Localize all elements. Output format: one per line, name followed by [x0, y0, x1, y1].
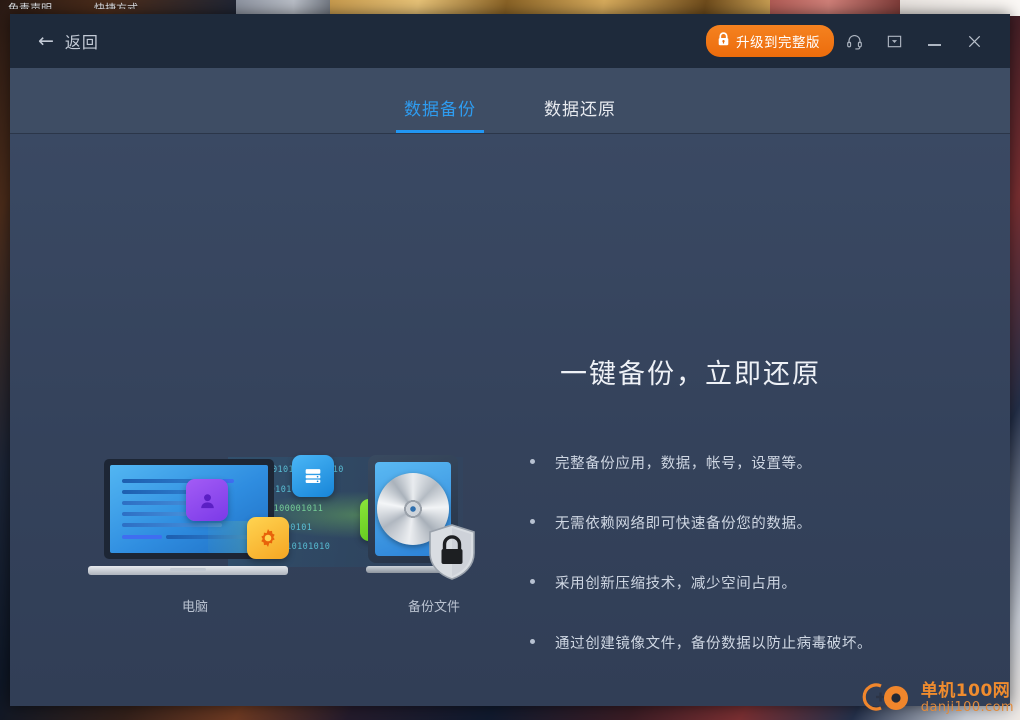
back-button-label: 返回 [64, 33, 99, 52]
headset-icon[interactable] [834, 21, 874, 61]
close-icon[interactable] [954, 21, 994, 61]
tab-data-restore[interactable]: 数据还原 [536, 95, 624, 133]
page-headline: 一键备份，立即还原 [560, 359, 821, 390]
bullet-dot-icon [530, 459, 535, 464]
illustration-source-label: 电脑 [181, 600, 208, 615]
illustration-target-label: 备份文件 [407, 600, 460, 615]
bullet-dot-icon [530, 519, 535, 524]
upgrade-button-label: 升级到完整版 [736, 35, 820, 51]
feature-list-item-label: 采用创新压缩技术，减少空间占用。 [555, 576, 797, 592]
feature-list: 完整备份应用，数据，帐号，设置等。 无需依赖网络即可快速备份您的数据。 采用创新… [530, 452, 950, 692]
tab-data-restore-label: 数据还原 [544, 100, 616, 120]
lock-shield-icon [426, 523, 478, 581]
main-content: 0101010010010 010010101010101010 0101010… [10, 134, 1010, 706]
app-window: ← 返回 升级到完整版 数据备份 数据还原 01010100001011 010… [10, 14, 1010, 706]
back-button[interactable]: ← 返回 [38, 29, 99, 53]
minimize-icon[interactable] [914, 21, 954, 61]
chevron-down-box-icon[interactable] [874, 21, 914, 61]
feature-list-item-label: 无需依赖网络即可快速备份您的数据。 [555, 516, 812, 532]
bullet-dot-icon [530, 579, 535, 584]
titlebar-actions: 升级到完整版 [706, 21, 1010, 61]
arrow-left-icon: ← [38, 29, 55, 52]
backup-illustration: 0101010010010 010010101010101010 0101010… [70, 449, 520, 619]
background-label-2: 快捷方式 [94, 2, 138, 9]
feature-list-item: 无需依赖网络即可快速备份您的数据。 [530, 512, 950, 572]
lock-icon [717, 32, 730, 50]
tab-data-backup-label: 数据备份 [404, 100, 476, 120]
feature-list-item: 完整备份应用，数据，帐号，设置等。 [530, 452, 950, 512]
gear-card-icon [247, 517, 289, 559]
feature-list-item-label: 完整备份应用，数据，帐号，设置等。 [555, 456, 812, 472]
tab-data-backup[interactable]: 数据备份 [396, 95, 484, 133]
background-window-labels: 免责声明 快捷方式 [8, 0, 138, 9]
bullet-dot-icon [530, 639, 535, 644]
server-card-icon [292, 455, 334, 497]
feature-list-item: 通过创建镜像文件，备份数据以防止病毒破坏。 [530, 632, 950, 692]
backup-drive-graphic [366, 455, 478, 581]
feature-list-item: 采用创新压缩技术，减少空间占用。 [530, 572, 950, 632]
person-card-icon [186, 479, 228, 521]
feature-list-item-label: 通过创建镜像文件，备份数据以防止病毒破坏。 [555, 636, 873, 652]
tab-bar: 数据备份 数据还原 [10, 68, 1010, 134]
upgrade-button[interactable]: 升级到完整版 [706, 25, 834, 57]
title-bar: ← 返回 升级到完整版 [10, 14, 1010, 68]
background-label-1: 免责声明 [8, 2, 52, 9]
